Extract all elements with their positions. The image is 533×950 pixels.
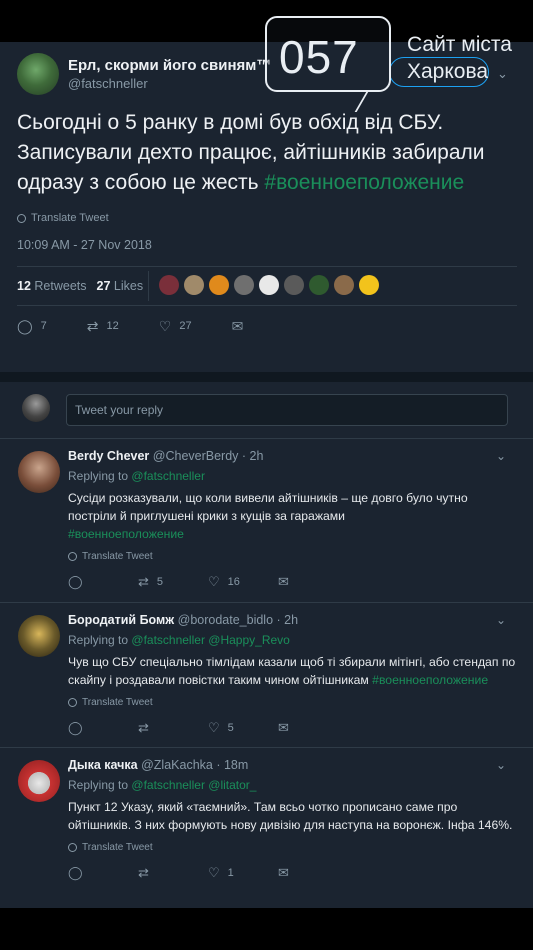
- like-button[interactable]: ♡ 1: [208, 865, 278, 881]
- liker-avatar[interactable]: [259, 275, 279, 295]
- reply-actions: ◯ ⇄ ♡ 1 ✉: [68, 865, 518, 881]
- tweet-text: Сьогодні о 5 ранку в домі був обхід від …: [17, 111, 485, 194]
- reply-actions: ◯ ⇄ ♡ 5 ✉: [68, 720, 518, 736]
- mention-link[interactable]: @fatschneller @Happy_Revo: [131, 633, 289, 647]
- author-avatar[interactable]: [17, 53, 59, 95]
- reply-text: Пункт 12 Указу, який «таємний». Там всьо…: [68, 800, 513, 832]
- liker-avatar[interactable]: [309, 275, 329, 295]
- reply-input[interactable]: Tweet your reply: [66, 394, 508, 426]
- reply-icon: ◯: [68, 865, 83, 880]
- reply-author-name[interactable]: Дыка качка: [68, 758, 138, 772]
- reply-tweet[interactable]: ⌄ Berdy Chever @CheverBerdy · 2h Replyin…: [0, 438, 533, 602]
- reply-text: Сусіди розказували, що коли вивели айтіш…: [68, 491, 468, 541]
- hashtag-link[interactable]: #военноеположение: [372, 673, 488, 687]
- reply-button[interactable]: ◯ 7: [17, 318, 47, 335]
- liker-avatar[interactable]: [359, 275, 379, 295]
- hashtag-link[interactable]: #военноеположение: [264, 171, 464, 194]
- globe-icon: [68, 843, 77, 852]
- reply-author-handle[interactable]: @CheverBerdy: [153, 449, 239, 463]
- watermark-line1: Сайт міста: [407, 33, 512, 56]
- globe-icon: [68, 698, 77, 707]
- like-button[interactable]: ♡ 27: [159, 318, 192, 335]
- retweets-stat[interactable]: 12 Retweets: [17, 279, 87, 293]
- liker-avatar[interactable]: [159, 275, 179, 295]
- retweet-button[interactable]: ⇄: [138, 865, 208, 881]
- message-icon: ✉: [278, 720, 289, 735]
- reply-author-name[interactable]: Berdy Chever: [68, 449, 149, 463]
- message-icon: ✉: [231, 317, 244, 334]
- retweet-icon: ⇄: [138, 720, 149, 735]
- retweet-icon: ⇄: [138, 574, 149, 589]
- hashtag-link[interactable]: #военноеположение: [68, 527, 184, 541]
- reply-author-name[interactable]: Бородатий Бомж: [68, 613, 174, 627]
- liker-avatar[interactable]: [234, 275, 254, 295]
- liker-avatar[interactable]: [209, 275, 229, 295]
- reply-author-handle[interactable]: @borodate_bidlo: [178, 613, 273, 627]
- tweet-actions: ◯ 7 ⇄ 12 ♡ 27 ✉: [17, 306, 517, 346]
- watermark-line2: Харкова: [407, 60, 489, 83]
- reply-tweet[interactable]: ⌄ Бородатий Бомж @borodate_bidlo · 2h Re…: [0, 602, 533, 747]
- retweet-button[interactable]: ⇄: [138, 720, 208, 736]
- likes-stat[interactable]: 27 Likes: [97, 279, 144, 293]
- liker-avatar[interactable]: [284, 275, 304, 295]
- heart-icon: ♡: [208, 720, 220, 735]
- retweet-icon: ⇄: [86, 317, 99, 334]
- liker-avatar[interactable]: [334, 275, 354, 295]
- globe-icon: [68, 552, 77, 561]
- message-button[interactable]: ✉: [232, 318, 252, 335]
- translate-tweet[interactable]: Translate Tweet: [68, 551, 518, 562]
- reply-button[interactable]: ◯: [68, 865, 138, 881]
- tweet-page: Ерл, скорми його свиням™ @fatschneller ⌄…: [0, 42, 533, 908]
- author-name[interactable]: Ерл, скорми його свиням™: [68, 57, 271, 74]
- reply-actions: ◯ ⇄ 5 ♡ 16 ✉: [68, 574, 518, 590]
- retweet-icon: ⇄: [138, 865, 149, 880]
- reply-author-handle[interactable]: @ZlaKachka: [141, 758, 213, 772]
- translate-tweet[interactable]: Translate Tweet: [68, 697, 518, 708]
- retweet-button[interactable]: ⇄ 12: [87, 318, 119, 335]
- reply-button[interactable]: ◯: [68, 720, 138, 736]
- site-watermark: 057 Сайт міста Харкова: [265, 16, 533, 112]
- message-button[interactable]: ✉: [278, 574, 348, 590]
- heart-icon: ♡: [208, 865, 220, 880]
- like-button[interactable]: ♡ 16: [208, 574, 278, 590]
- liker-avatar[interactable]: [184, 275, 204, 295]
- watermark-logo: 057: [265, 16, 391, 92]
- heart-icon: ♡: [158, 317, 172, 334]
- reply-age[interactable]: · 18m: [216, 758, 248, 772]
- reply-text: Чув що СБУ спеціально тімлідам казали що…: [68, 655, 516, 687]
- user-avatar: [22, 394, 50, 422]
- engagement-stats: 12 Retweets 27 Likes: [17, 267, 517, 305]
- reply-avatar[interactable]: [18, 615, 60, 657]
- message-icon: ✉: [278, 865, 289, 880]
- globe-icon: [17, 213, 26, 223]
- mention-link[interactable]: @fatschneller: [131, 469, 205, 483]
- reply-tweet[interactable]: ⌄ Дыка качка @ZlaKachka · 18m Replying t…: [0, 747, 533, 908]
- retweet-button[interactable]: ⇄ 5: [138, 574, 208, 590]
- tweet-timestamp[interactable]: 10:09 AM - 27 Nov 2018: [17, 238, 517, 252]
- message-button[interactable]: ✉: [278, 865, 348, 881]
- likers-avatars[interactable]: [159, 275, 384, 295]
- reply-icon: ◯: [17, 317, 33, 334]
- reply-icon: ◯: [68, 720, 83, 735]
- mention-link[interactable]: @fatschneller @litator_: [131, 778, 256, 792]
- reply-avatar[interactable]: [18, 451, 60, 493]
- reply-icon: ◯: [68, 574, 83, 589]
- reply-button[interactable]: ◯: [68, 574, 138, 590]
- translate-tweet[interactable]: Translate Tweet: [17, 212, 517, 224]
- reply-age[interactable]: · 2h: [277, 613, 299, 627]
- message-button[interactable]: ✉: [278, 720, 348, 736]
- message-icon: ✉: [278, 574, 289, 589]
- like-button[interactable]: ♡ 5: [208, 720, 278, 736]
- author-handle[interactable]: @fatschneller: [68, 76, 271, 91]
- translate-tweet[interactable]: Translate Tweet: [68, 842, 518, 853]
- reply-avatar[interactable]: [18, 760, 60, 802]
- heart-icon: ♡: [208, 574, 220, 589]
- reply-age[interactable]: · 2h: [242, 449, 264, 463]
